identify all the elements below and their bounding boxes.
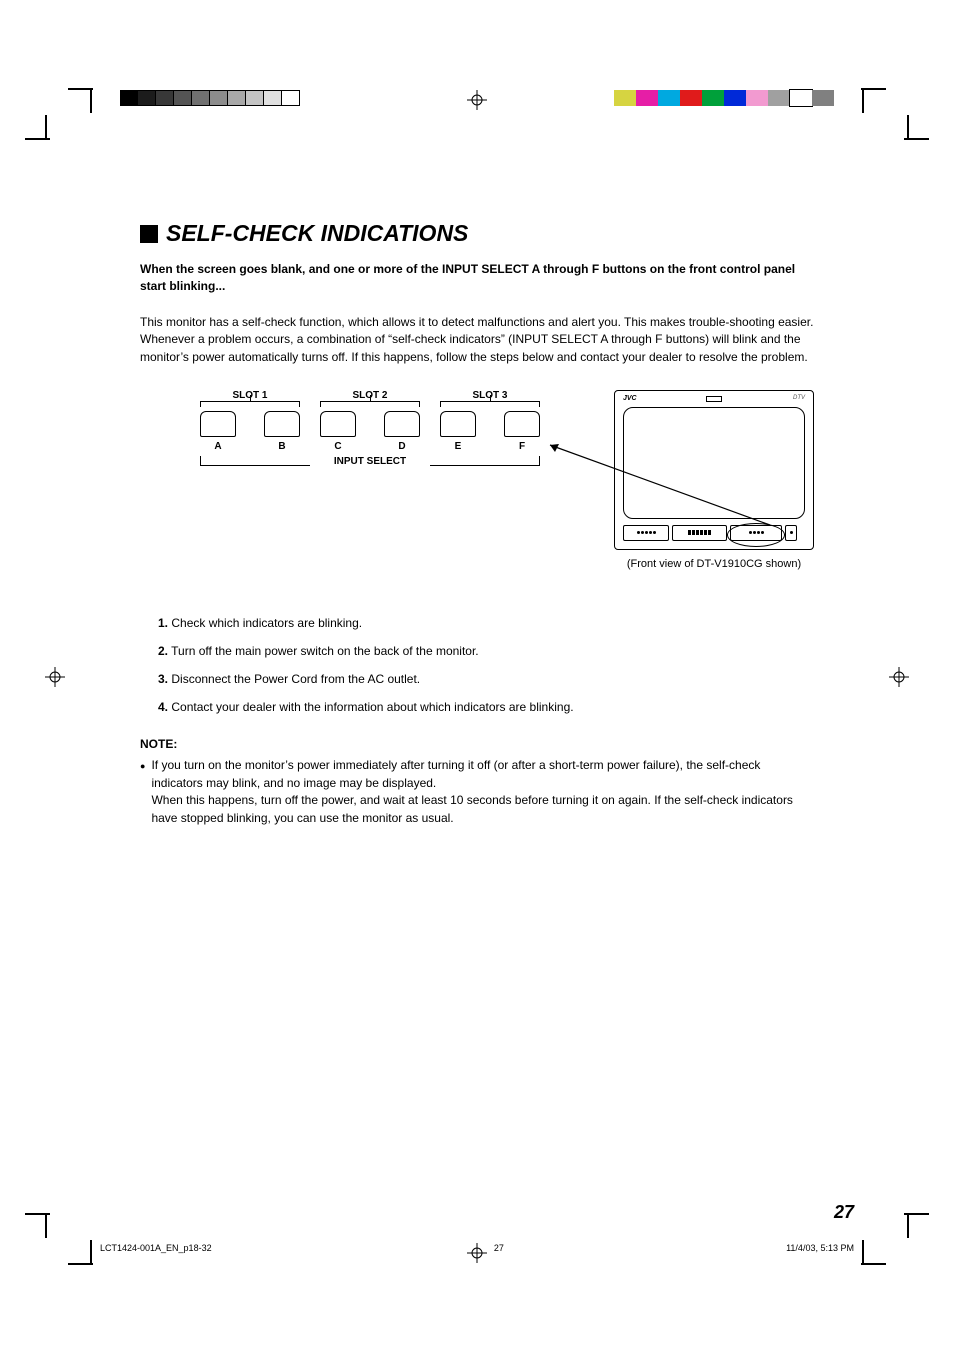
crop-mark [45,1213,47,1238]
title-text: SELF-CHECK INDICATIONS [166,220,468,247]
step-1: 1. Check which indicators are blinking. [158,616,814,630]
button-f-icon [504,411,540,437]
input-select-label: INPUT SELECT [334,456,406,467]
crop-mark [90,88,92,113]
letter-f: F [504,441,540,452]
greyscale-bar [120,90,300,106]
content-area: SELF-CHECK INDICATIONS When the screen g… [140,220,814,827]
crop-mark [45,115,47,140]
note-block: NOTE: If you turn on the monitor’s power… [140,736,814,827]
diagram-row: SLOT 1 SLOT 2 SLOT 3 [140,390,814,570]
crop-mark [907,1213,909,1238]
lead-paragraph: When the screen goes blank, and one or m… [140,261,814,296]
input-select-diagram: SLOT 1 SLOT 2 SLOT 3 [200,390,540,474]
crop-mark [904,138,929,140]
button-a-icon [200,411,236,437]
color-bar [614,90,834,106]
tally-led-icon [706,396,722,402]
note-line2: When this happens, turn off the power, a… [151,793,793,824]
page: SELF-CHECK INDICATIONS When the screen g… [0,0,954,1353]
crop-mark [25,138,50,140]
monitor-caption: (Front view of DT-V1910CG shown) [614,558,814,570]
button-c-icon [320,411,356,437]
registration-mark-icon [45,667,65,687]
footer-meta: LCT1424-001A_EN_p18-32 27 11/4/03, 5:13 … [100,1243,854,1253]
button-d-icon [384,411,420,437]
footer-left: LCT1424-001A_EN_p18-32 [100,1243,212,1253]
registration-mark-icon [889,667,909,687]
crop-mark [861,1263,886,1265]
crop-mark [904,1213,929,1215]
crop-mark [862,88,864,113]
crop-mark [862,1240,864,1265]
note-line1: If you turn on the monitor’s power immed… [151,758,760,789]
letter-d: D [384,441,420,452]
letter-e: E [440,441,476,452]
note-title: NOTE: [140,736,814,753]
letter-b: B [264,441,300,452]
crop-mark [90,1240,92,1265]
jvc-logo: JVC [623,395,637,402]
crop-mark [907,115,909,140]
step-2: 2. Turn off the main power switch on the… [158,644,814,658]
button-e-icon [440,411,476,437]
note-bullet: If you turn on the monitor’s power immed… [140,757,814,827]
square-bullet-icon [140,225,158,243]
steps-list: 1. Check which indicators are blinking. … [158,616,814,714]
registration-mark-icon [467,90,487,110]
page-number: 27 [834,1202,854,1223]
letter-c: C [320,441,356,452]
section-title: SELF-CHECK INDICATIONS [140,220,814,247]
crop-mark [25,1213,50,1215]
callout-circle-icon [727,523,785,547]
footer-right: 11/4/03, 5:13 PM [786,1243,854,1253]
button-b-icon [264,411,300,437]
brand-label: DTV [793,395,805,401]
step-3: 3. Disconnect the Power Cord from the AC… [158,672,814,686]
monitor-screen-icon [623,407,805,519]
crop-mark [861,88,886,90]
footer-mid: 27 [494,1243,504,1253]
intro-paragraph: This monitor has a self-check function, … [140,314,814,366]
monitor-diagram: JVC DTV (Front view of DT-V1910CG shown) [614,390,814,570]
letter-a: A [200,441,236,452]
step-4: 4. Contact your dealer with the informat… [158,700,814,714]
